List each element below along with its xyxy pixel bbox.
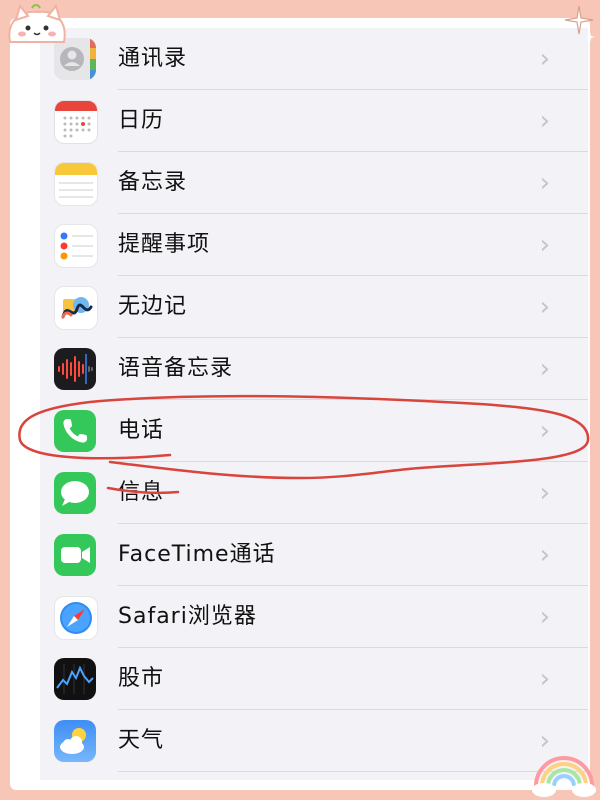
sparkle-icon [564, 5, 595, 42]
cat-sticker-icon [8, 3, 66, 43]
rainbow-cloud-sticker-icon [532, 756, 596, 797]
annotation-circle [18, 394, 590, 495]
